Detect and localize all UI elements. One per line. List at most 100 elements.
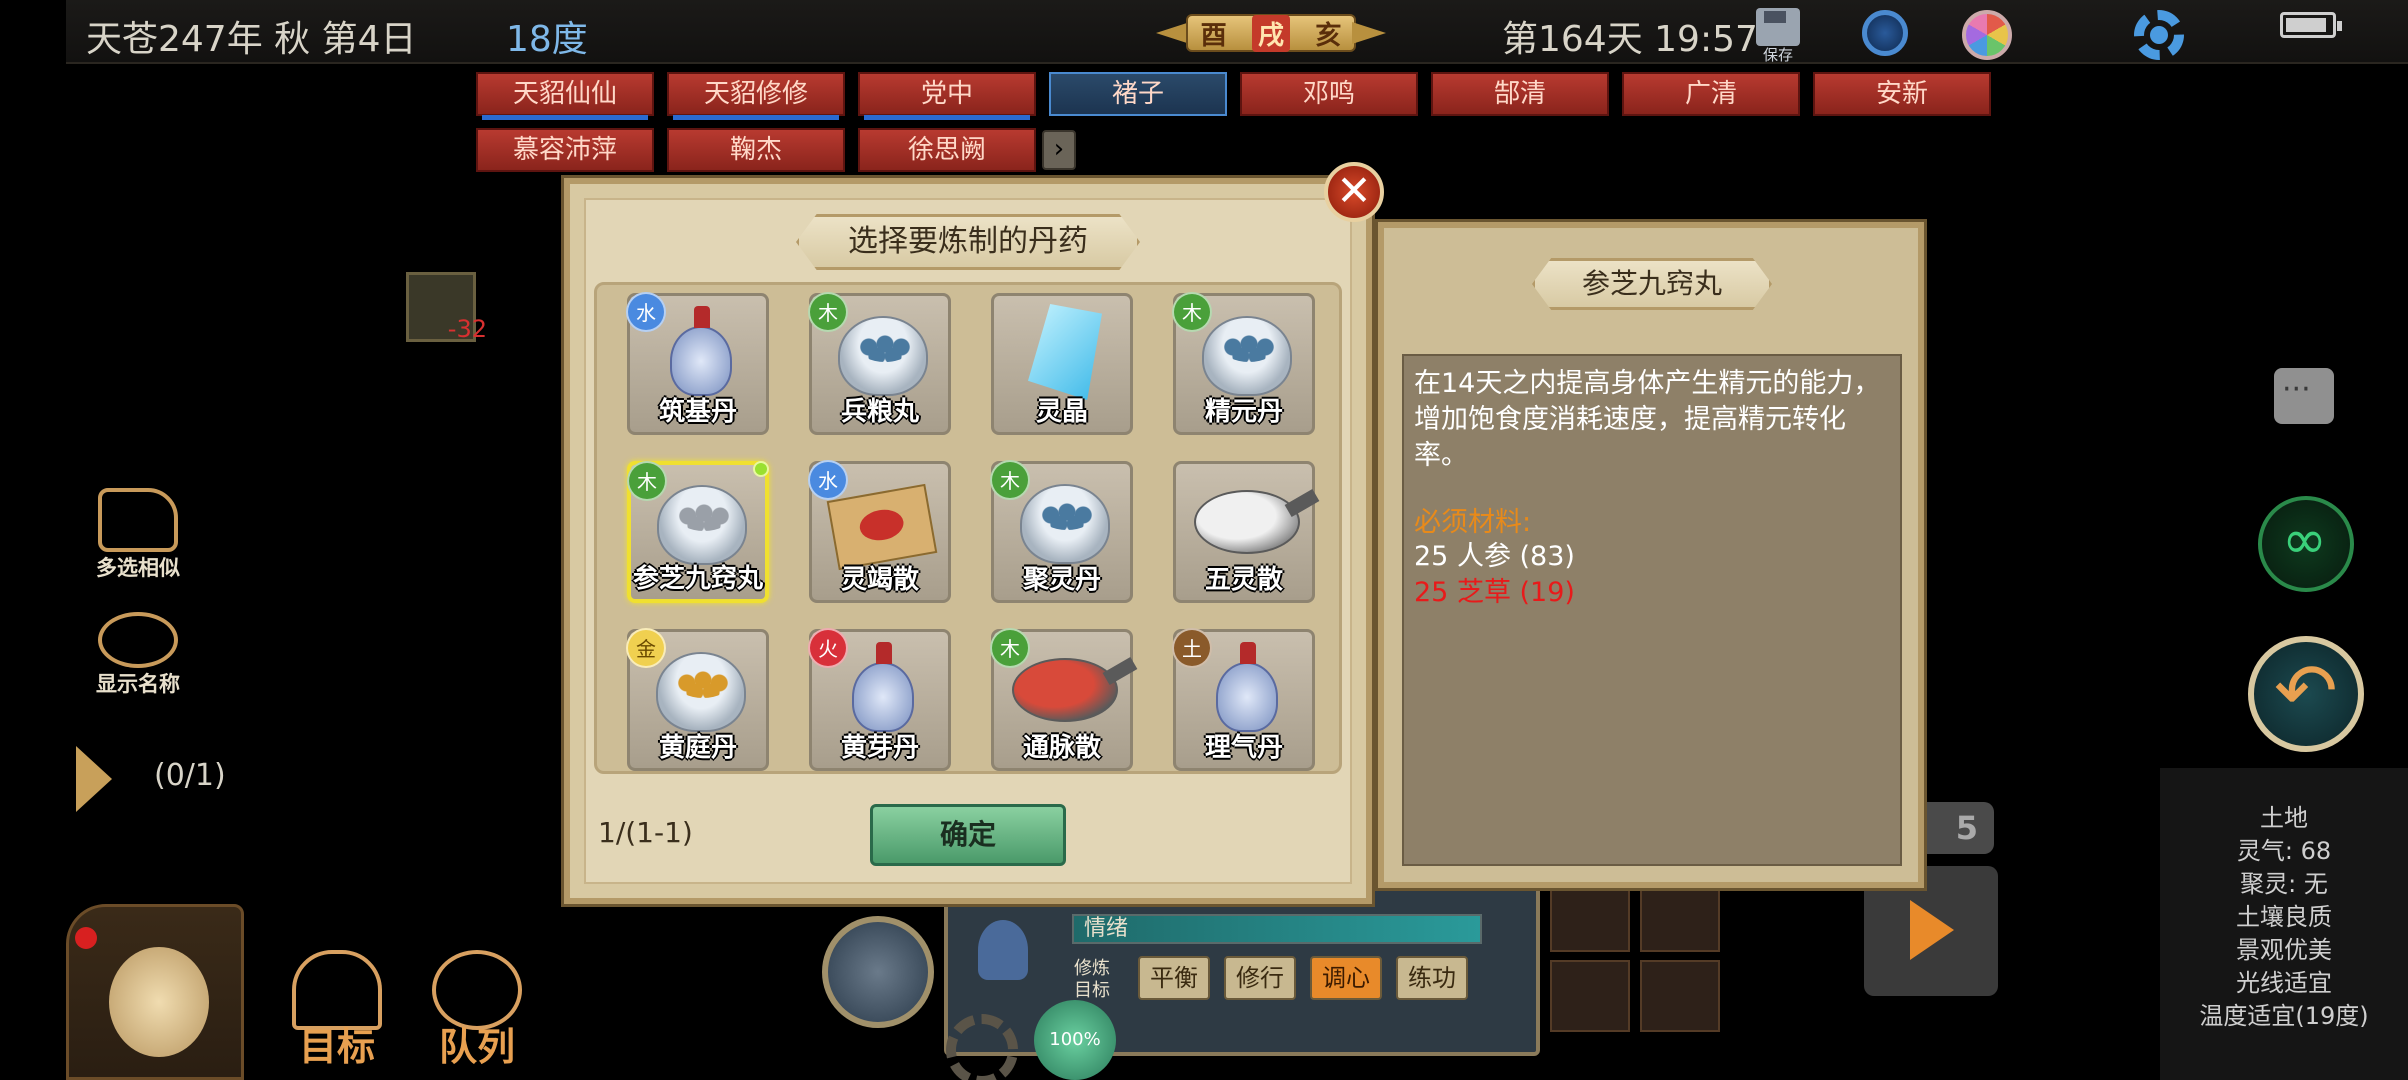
pill-name: 黄芽丹 xyxy=(840,733,919,763)
tool-icon xyxy=(1550,880,1630,952)
character-tab[interactable]: 广清 xyxy=(1622,72,1800,116)
character-tab-label: 天貂修修 xyxy=(703,79,808,109)
pill-name: 参芝九窍丸 xyxy=(632,564,763,594)
terrain-title: 土地 xyxy=(2260,804,2308,832)
cultivation-option[interactable]: 练功 xyxy=(1396,956,1468,1000)
pill-cell[interactable]: 木兵粮丸 xyxy=(808,292,951,435)
pill-cell[interactable]: 金黄庭丹 xyxy=(626,628,769,771)
mini-item-icon[interactable]: -32 xyxy=(406,272,487,343)
cultivation-option[interactable]: 平衡 xyxy=(1138,956,1210,1000)
pill-grid: 水筑基丹木兵粮丸 灵晶木精元丹木参芝九窍丸水灵竭散木聚灵丹 五灵散金黄庭丹火黄芽丹木… xyxy=(594,282,1342,774)
show-names-button[interactable]: 显示名称 xyxy=(86,612,190,698)
element-badge: 水 xyxy=(808,460,848,500)
pill-image-icon xyxy=(1012,658,1118,722)
pill-cell[interactable]: 灵晶 xyxy=(991,293,1133,435)
pill-cell[interactable]: 五灵散 xyxy=(1173,461,1315,603)
pill-description: 在14天之内提高身体产生精元的能力，增加饱食度消耗速度，提高精元转化率。 xyxy=(1414,368,1881,471)
character-tab-label: 天貂仙仙 xyxy=(512,79,617,109)
pill-cell[interactable]: 水灵竭散 xyxy=(808,460,951,603)
material-line: 25 人参 (83) xyxy=(1414,541,1575,572)
element-badge: 水 xyxy=(626,292,666,332)
character-tab[interactable]: 慕容沛萍 xyxy=(476,128,654,172)
pill-image-icon xyxy=(1202,316,1292,396)
settings-button[interactable] xyxy=(2130,6,2186,62)
save-label: 保存 xyxy=(1762,46,1793,64)
pill-name: 灵晶 xyxy=(1035,397,1088,427)
gourd-menu-button[interactable] xyxy=(66,904,244,1080)
back-button[interactable] xyxy=(2248,636,2364,752)
chat-bubble-icon[interactable] xyxy=(2274,368,2334,424)
character-tab-label: 安新 xyxy=(1875,79,1928,109)
pill-cell[interactable]: 土理气丹 xyxy=(1172,628,1315,771)
selected-dot-icon xyxy=(753,461,769,477)
cultivation-option[interactable]: 调心 xyxy=(1310,956,1382,1000)
zodiac-hour-indicator: 酉 戌 亥 xyxy=(1156,8,1386,58)
save-button[interactable]: 保存 xyxy=(1750,6,1806,64)
dialog-title-banner: 选择要炼制的丹药 xyxy=(796,214,1140,270)
character-tab[interactable]: 郜清 xyxy=(1431,72,1609,116)
target-icon xyxy=(1640,880,1720,952)
confirm-button[interactable]: 确定 xyxy=(870,804,1066,866)
nav-team-button[interactable]: 队列 xyxy=(422,950,532,1071)
character-tab[interactable]: 徐思阙 xyxy=(858,128,1036,172)
nav-team-label: 队列 xyxy=(438,1025,515,1069)
pill-cell[interactable]: 木参芝九窍丸 xyxy=(627,461,769,603)
material-line: 25 芝草 (19) xyxy=(1414,577,1575,608)
notification-dot xyxy=(75,927,97,949)
character-tab[interactable]: 党中 xyxy=(858,72,1036,120)
pill-image-icon xyxy=(1028,304,1102,400)
element-badge: 木 xyxy=(627,461,667,501)
tab-progress-bar xyxy=(864,115,1030,120)
character-portrait[interactable] xyxy=(822,916,934,1028)
background-action-icons xyxy=(1550,880,1720,1040)
character-tab[interactable]: 鞠杰 xyxy=(667,128,845,172)
terrain-line: 聚灵: 无 xyxy=(2240,870,2328,898)
expand-arrow-icon[interactable] xyxy=(76,746,112,812)
zodiac-left-ornament xyxy=(1156,22,1190,44)
show-names-label: 显示名称 xyxy=(96,672,180,696)
character-tab-label: 鞠杰 xyxy=(729,135,782,165)
page-indicator: 1/(1-1) xyxy=(598,816,693,849)
zodiac-prev: 酉 xyxy=(1200,20,1227,51)
character-tab[interactable]: 褚子 xyxy=(1049,72,1227,116)
palette-icon xyxy=(1962,10,2012,60)
palette-button[interactable] xyxy=(1958,6,2014,62)
game-date: 天苍247年 秋 第4日 xyxy=(86,19,417,60)
pill-cell[interactable]: 水筑基丹 xyxy=(626,292,769,435)
character-tab[interactable]: 邓鸣 xyxy=(1240,72,1418,116)
tabs-more-button[interactable]: › xyxy=(1042,130,1076,170)
nav-target-button[interactable]: 目标 xyxy=(282,950,392,1071)
zodiac-right-ornament xyxy=(1352,22,1386,44)
zodiac-current: 戌 xyxy=(1251,14,1290,52)
gourd-icon xyxy=(109,947,209,1057)
close-button[interactable]: ✕ xyxy=(1324,162,1384,222)
character-tab[interactable]: 天貂修修 xyxy=(667,72,845,120)
character-tab[interactable]: 天貂仙仙 xyxy=(476,72,654,120)
pill-name: 筑基丹 xyxy=(658,397,737,427)
pill-name: 黄庭丹 xyxy=(658,733,737,763)
pill-cell[interactable]: 木通脉散 xyxy=(990,628,1133,771)
pill-detail-panel: 参芝九窍丸 在14天之内提高身体产生精元的能力，增加饱食度消耗速度，提高精元转化… xyxy=(1378,222,1924,888)
rune-button[interactable] xyxy=(1856,6,1912,62)
figure-icon xyxy=(1550,960,1630,1032)
gear-icon xyxy=(2134,10,2184,60)
element-badge: 金 xyxy=(626,628,666,668)
cultivation-option[interactable]: 修行 xyxy=(1224,956,1296,1000)
detail-title: 参芝九窍丸 xyxy=(1581,267,1722,300)
materials-heading: 必须材料: xyxy=(1414,507,1532,538)
tab-progress-bar xyxy=(482,115,648,120)
nav-target-label: 目标 xyxy=(298,1025,375,1069)
pill-cell[interactable]: 火黄芽丹 xyxy=(808,628,951,771)
swirl-icon[interactable] xyxy=(2258,496,2354,592)
pill-cell[interactable]: 木聚灵丹 xyxy=(990,460,1133,603)
gear-icon[interactable] xyxy=(946,1014,1018,1080)
terrain-line: 景观优美 xyxy=(2236,936,2332,964)
pill-name: 通脉散 xyxy=(1022,733,1101,763)
character-tab[interactable]: 安新 xyxy=(1813,72,1991,116)
character-tab-label: 慕容沛萍 xyxy=(512,135,617,165)
pill-cell[interactable]: 木精元丹 xyxy=(1172,292,1315,435)
terrain-info-panel: 土地 灵气: 68 聚灵: 无 土壤良质 景观优美 光线适宜 温度适宜(19度) xyxy=(2160,768,2408,1080)
detail-body: 在14天之内提高身体产生精元的能力，增加饱食度消耗速度，提高精元转化率。 必须材… xyxy=(1402,354,1902,866)
multi-select-button[interactable]: 多选相似 xyxy=(86,488,190,582)
pill-image-icon xyxy=(852,642,914,732)
